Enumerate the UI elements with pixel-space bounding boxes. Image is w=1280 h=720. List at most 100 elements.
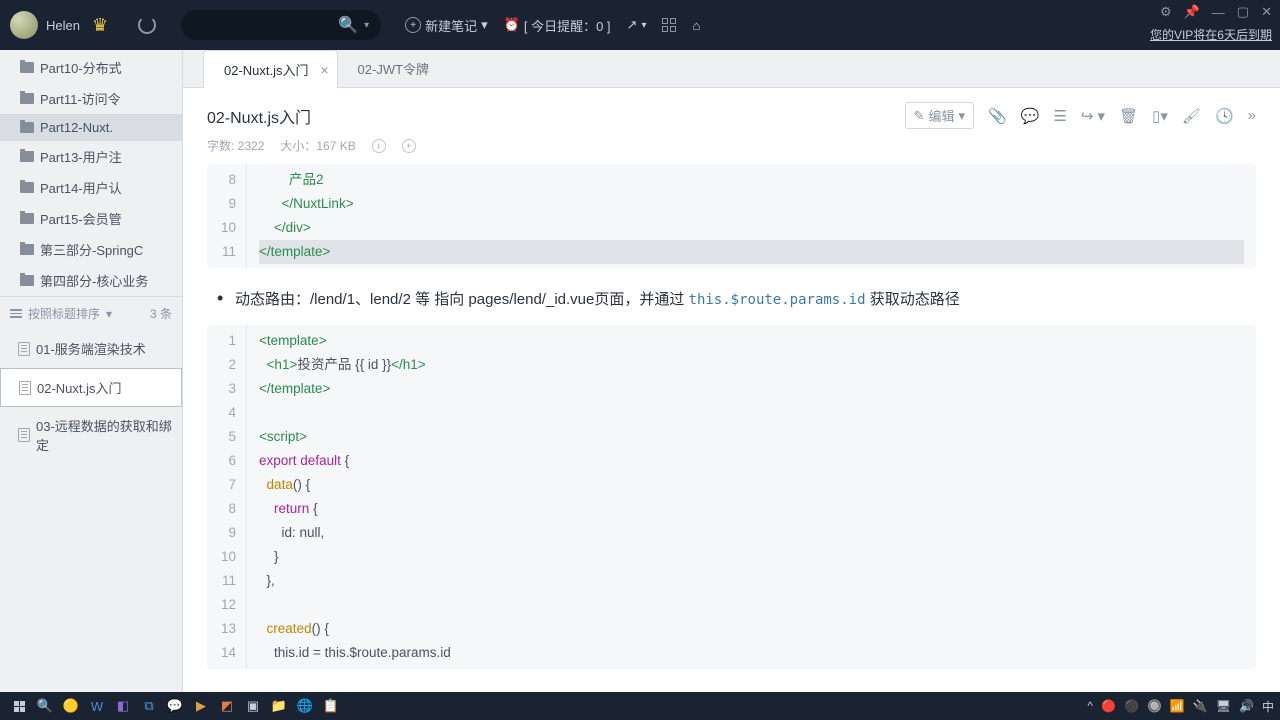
comment-icon[interactable]: 💬 xyxy=(1021,107,1040,125)
vip-notice[interactable]: 您的VIP将在6天后到期 xyxy=(1150,26,1272,43)
terminal-icon[interactable]: ▣ xyxy=(240,695,266,717)
bullet-prefix: 动态路由：/lend/1、lend/2 等 指向 pages/lend/_id.… xyxy=(235,291,689,308)
trash-icon[interactable]: 🗑 xyxy=(1119,107,1138,125)
volume-icon[interactable]: 🔊 xyxy=(1239,699,1254,713)
folder-item[interactable]: Part12-Nuxt. xyxy=(0,114,182,141)
app-icon[interactable]: 🟡 xyxy=(58,695,84,717)
plus-icon: + xyxy=(405,17,421,33)
folder-label: Part14-用户认 xyxy=(40,178,122,197)
folder-icon xyxy=(20,122,34,133)
tab-bar: 02-Nuxt.js入门×02-JWT令牌 xyxy=(183,50,1280,88)
tray-icon[interactable]: 🔴 xyxy=(1101,699,1116,713)
app-icon[interactable]: ◧ xyxy=(110,695,136,717)
folder-icon xyxy=(20,93,34,104)
note-item[interactable]: 02-Nuxt.js入门 xyxy=(0,368,182,407)
word-icon[interactable]: W xyxy=(84,695,110,717)
doc-toolbar: ✎ 编辑 ▾ 📎 💬 ☰ ↪ ▾ 🗑 ▯▾ 🖌 🕓 » xyxy=(905,102,1256,129)
notes-icon[interactable]: 📋 xyxy=(318,695,344,717)
folder-item[interactable]: 第三部分-SpringC xyxy=(0,234,182,265)
folder-item[interactable]: Part11-访问令 xyxy=(0,83,182,114)
chevron-down-icon: ▾ xyxy=(958,108,965,124)
doc-header: 02-Nuxt.js入门 ✎ 编辑 ▾ 📎 💬 ☰ ↪ ▾ 🗑 ▯▾ 🖌 🕓 » xyxy=(183,88,1280,133)
brush-icon[interactable]: 🖌 xyxy=(1182,107,1201,125)
folder-icon xyxy=(20,62,34,73)
tray-chevron-icon[interactable]: ^ xyxy=(1087,699,1093,713)
close-icon[interactable]: × xyxy=(320,62,328,78)
info-icon[interactable]: i xyxy=(372,139,386,153)
history-icon[interactable]: 🕓 xyxy=(1215,107,1234,125)
tray-icon[interactable]: 📶 xyxy=(1170,699,1185,713)
app-icon[interactable]: ▶ xyxy=(188,695,214,717)
search-task-icon[interactable]: 🔍 xyxy=(32,695,58,717)
folder-label: 第四部分-核心业务 xyxy=(40,271,148,290)
sidebar: Part10-分布式Part11-访问令 Part12-Nuxt. Part13-用… xyxy=(0,50,183,692)
apps-icon[interactable] xyxy=(662,18,676,32)
app-icon[interactable]: ◩ xyxy=(214,695,240,717)
book-icon[interactable]: ▯▾ xyxy=(1152,107,1168,125)
tab[interactable]: 02-Nuxt.js入门× xyxy=(203,50,338,88)
maximize-button[interactable]: ▢ xyxy=(1237,4,1249,20)
add-meta-icon[interactable]: + xyxy=(402,139,416,153)
tray-icon[interactable]: ⚫ xyxy=(1124,699,1139,713)
folder-label: Part13-用户注 xyxy=(40,147,122,166)
folder-icon xyxy=(20,244,34,255)
share-icon[interactable]: ↪ ▾ xyxy=(1081,107,1105,125)
chevron-down-icon[interactable]: ▾ xyxy=(364,20,369,31)
window-controls: ⚙ 📌 — ▢ ✕ xyxy=(1160,4,1272,20)
explorer-icon[interactable]: 📁 xyxy=(266,695,292,717)
char-count: 字数: 2322 xyxy=(207,137,264,154)
content-area: 02-Nuxt.js入门×02-JWT令牌 02-Nuxt.js入门 ✎ 编辑 … xyxy=(183,50,1280,692)
note-label: 03-远程数据的获取和绑定 xyxy=(36,416,172,454)
search-input[interactable]: 🔍 ▾ xyxy=(181,10,381,40)
note-item[interactable]: 01-服务端渲染技术 xyxy=(0,330,182,368)
folder-label: 第三部分-SpringC xyxy=(40,240,143,259)
attachment-icon[interactable]: 📎 xyxy=(988,107,1007,125)
settings-icon[interactable]: ⚙ xyxy=(1160,4,1172,20)
external-link-button[interactable]: ↗▾ xyxy=(627,17,647,33)
tab[interactable]: 02-JWT令牌 xyxy=(338,50,458,87)
note-label: 01-服务端渲染技术 xyxy=(36,339,146,358)
note-label: 02-Nuxt.js入门 xyxy=(37,378,122,397)
avatar[interactable] xyxy=(10,11,38,39)
top-actions: + 新建笔记 ▾ ⏰ [ 今日提醒：0 ] ↗▾ ⌂ xyxy=(405,16,700,35)
code-block-1: 891011 产品2 </NuxtLink> </div></template> xyxy=(207,164,1256,268)
folder-item[interactable]: Part15-会员管 xyxy=(0,203,182,234)
folder-item[interactable]: Part14-用户认 xyxy=(0,172,182,203)
vip-crown-icon[interactable]: ♛ xyxy=(92,15,108,36)
home-button[interactable]: ⌂ xyxy=(692,18,700,33)
folder-label: Part12-Nuxt. xyxy=(40,120,113,135)
minimize-button[interactable]: — xyxy=(1212,5,1225,20)
bullet-point: 动态路由：/lend/1、lend/2 等 指向 pages/lend/_id.… xyxy=(207,284,1256,325)
folder-item[interactable]: 第四部分-核心业务 xyxy=(0,265,182,296)
list-icon[interactable]: ☰ xyxy=(1053,107,1066,125)
folder-label: Part15-会员管 xyxy=(40,209,122,228)
system-tray[interactable]: ^ 🔴 ⚫ 🔘 📶 🔌 🖥 🔊 中 xyxy=(1087,698,1274,715)
ime-indicator[interactable]: 中 xyxy=(1262,698,1274,715)
more-icon[interactable]: » xyxy=(1248,107,1256,124)
tray-icon[interactable]: 🔘 xyxy=(1147,699,1162,713)
doc-body: 891011 产品2 </NuxtLink> </div></template>… xyxy=(183,164,1280,692)
sort-bar[interactable]: 按照标题排序 ▾ 3 条 xyxy=(0,296,182,330)
edit-button[interactable]: ✎ 编辑 ▾ xyxy=(905,102,974,129)
pencil-icon: ✎ xyxy=(914,108,925,124)
taskbar: 🔍 🟡 W ◧ ⧉ 💬 ▶ ◩ ▣ 📁 🌐 📋 ^ 🔴 ⚫ 🔘 📶 🔌 🖥 🔊 … xyxy=(0,692,1280,720)
folder-item[interactable]: Part13-用户注 xyxy=(0,141,182,172)
tray-icon[interactable]: 🖥 xyxy=(1216,699,1231,713)
reminder-button[interactable]: ⏰ [ 今日提醒：0 ] xyxy=(504,16,611,35)
note-item[interactable]: 03-远程数据的获取和绑定 xyxy=(0,407,182,464)
edit-label: 编辑 xyxy=(928,106,954,125)
vscode-icon[interactable]: ⧉ xyxy=(136,695,162,717)
folder-icon xyxy=(20,213,34,224)
close-button[interactable]: ✕ xyxy=(1261,4,1272,20)
pin-icon[interactable]: 📌 xyxy=(1184,4,1200,20)
tray-icon[interactable]: 🔌 xyxy=(1193,699,1208,713)
chrome-icon[interactable]: 🌐 xyxy=(292,695,318,717)
titlebar: Helen ♛ 🔍 ▾ + 新建笔记 ▾ ⏰ [ 今日提醒：0 ] ↗▾ ⌂ ⚙… xyxy=(0,0,1280,50)
refresh-icon[interactable] xyxy=(138,16,156,34)
folder-item[interactable]: Part10-分布式 xyxy=(0,52,182,83)
new-note-button[interactable]: + 新建笔记 ▾ xyxy=(405,16,488,35)
note-count: 3 条 xyxy=(150,305,172,322)
code-block-2: 1234567891011121314 <template> <h1>投资产品 … xyxy=(207,325,1256,669)
start-button[interactable] xyxy=(6,695,32,717)
wechat-icon[interactable]: 💬 xyxy=(162,695,188,717)
